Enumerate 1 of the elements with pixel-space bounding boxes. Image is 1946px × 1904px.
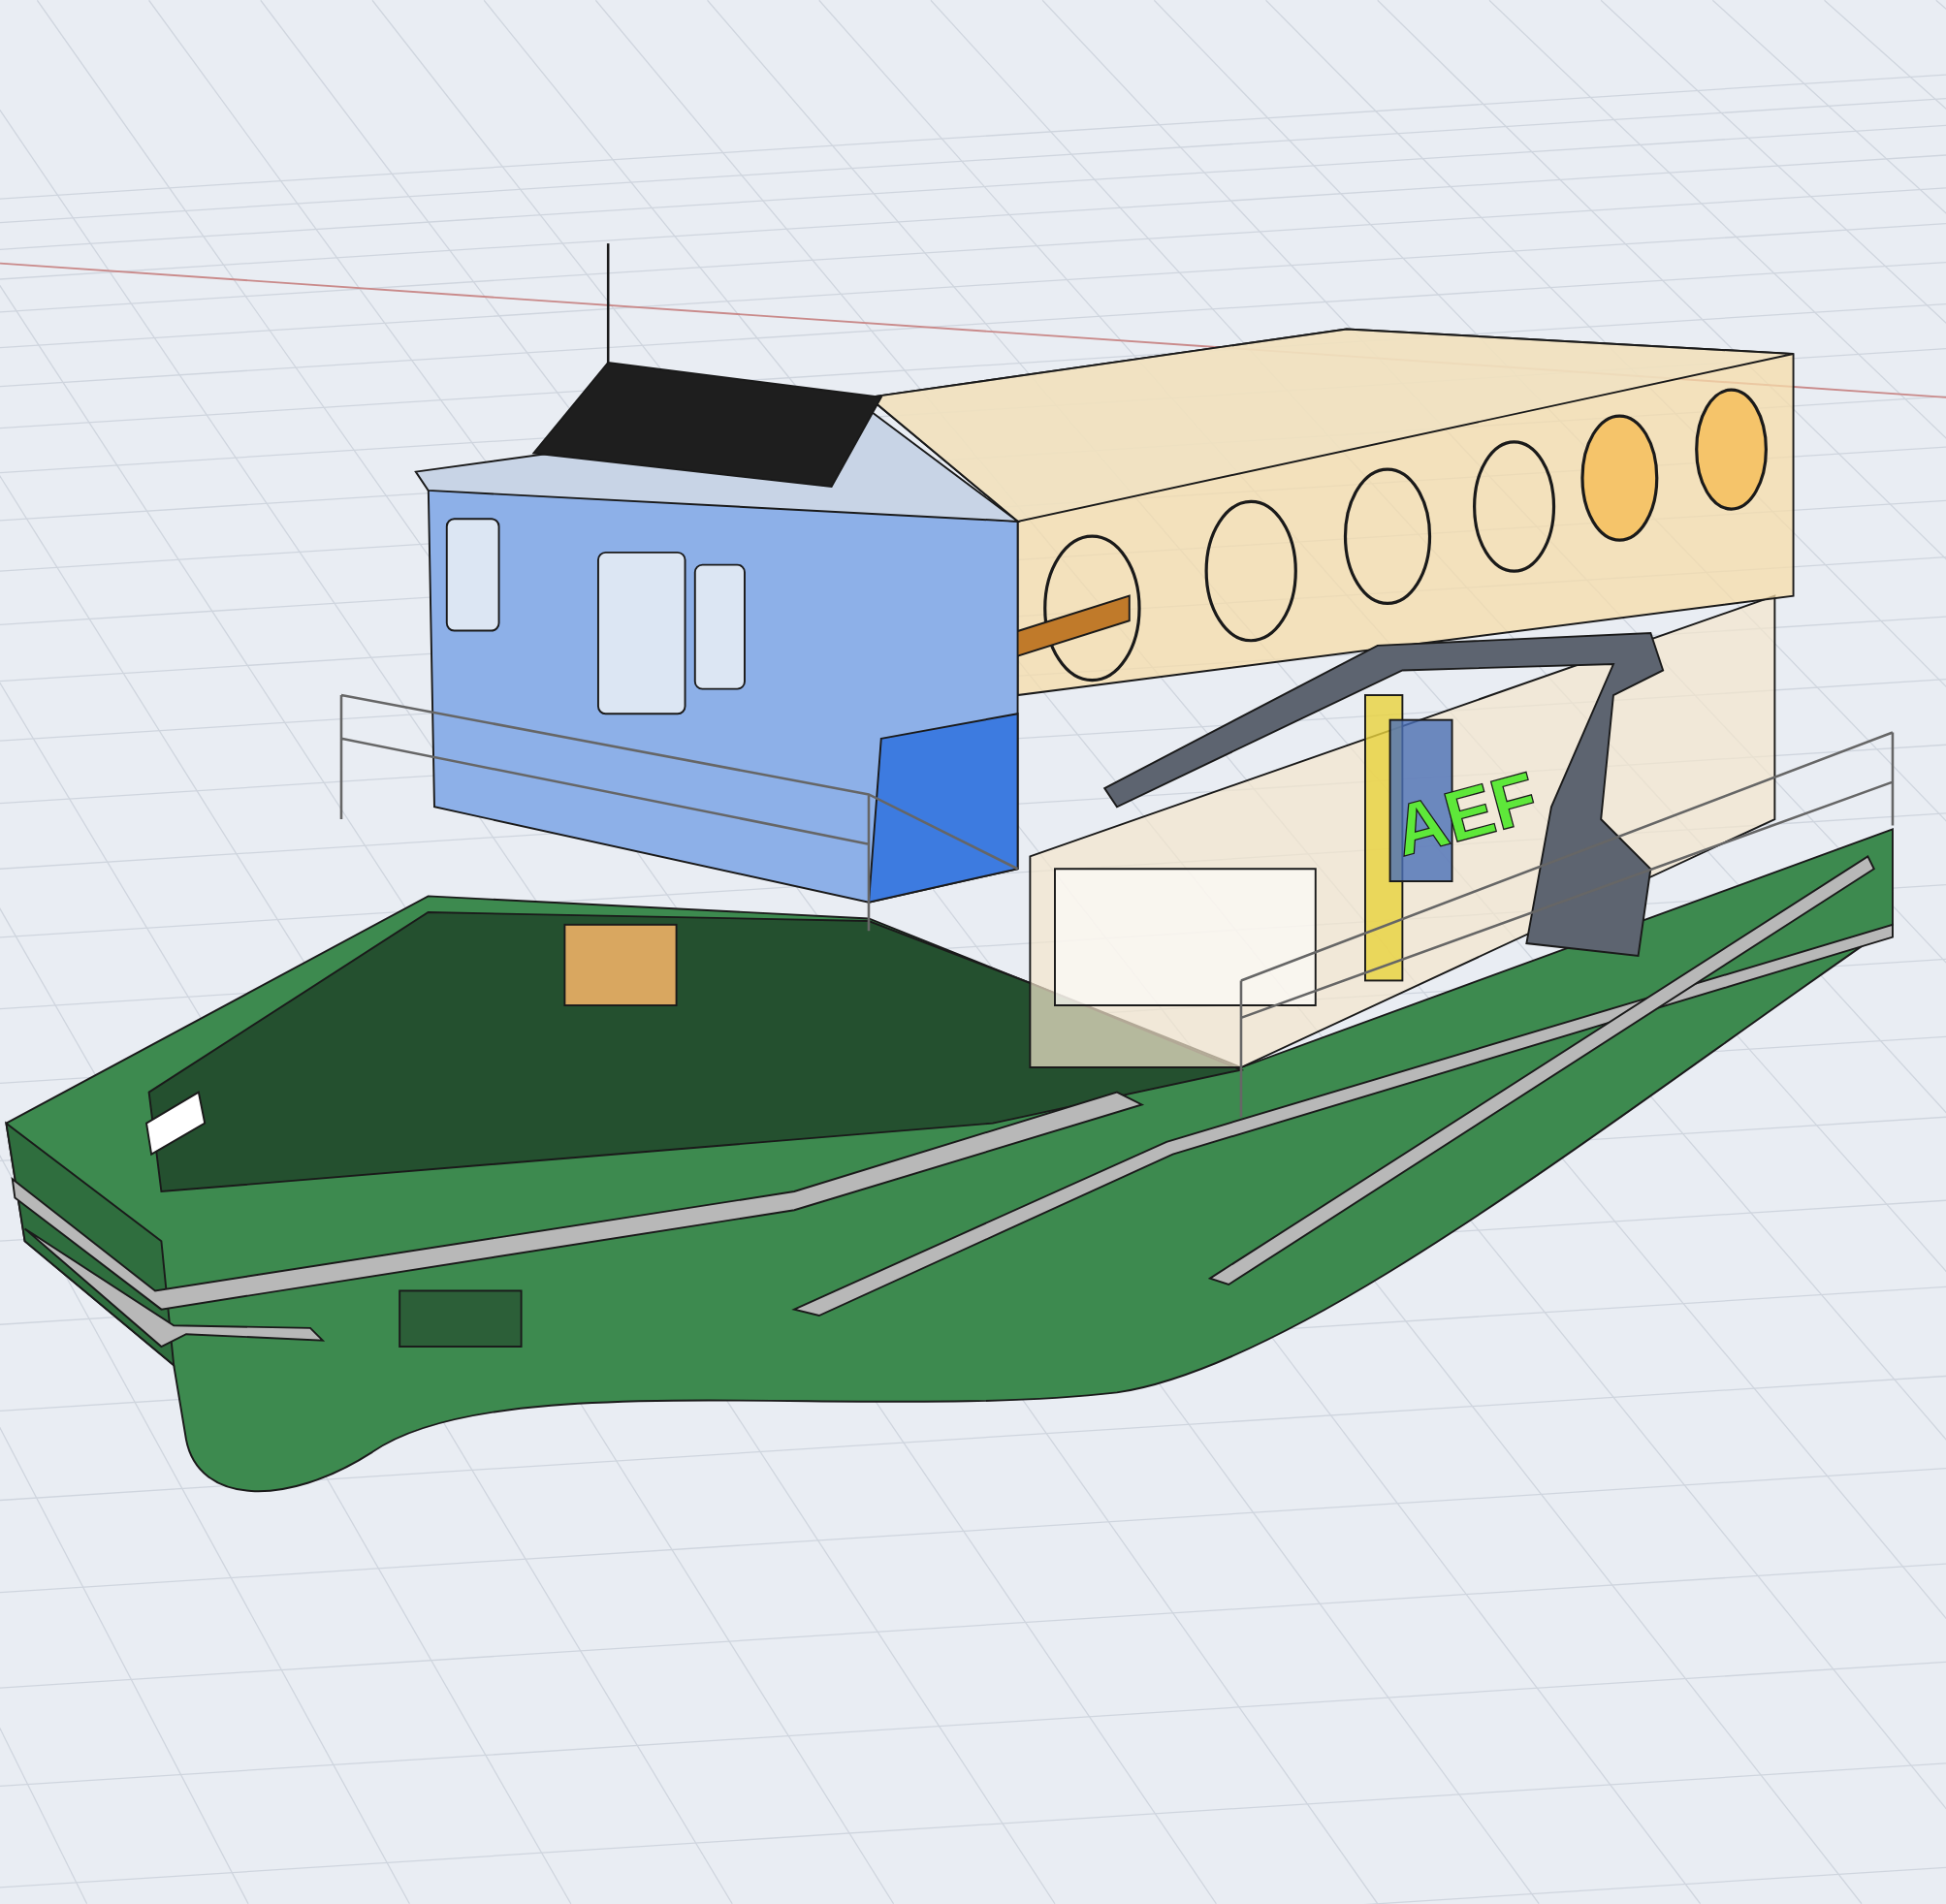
sign-text: AEF xyxy=(1386,756,1546,872)
